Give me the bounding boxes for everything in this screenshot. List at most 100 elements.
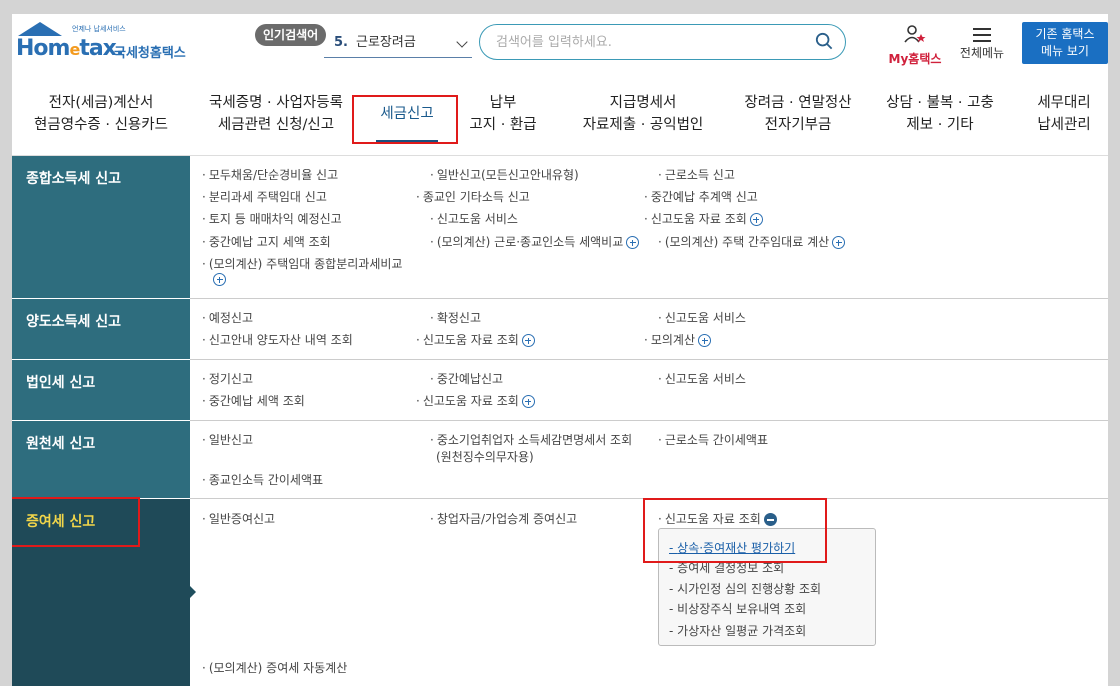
link-transfer-assets[interactable]: 신고안내 양도자산 내역 조회 bbox=[202, 331, 353, 348]
sidebar-item-corporate-tax[interactable]: 법인세 신고 bbox=[12, 360, 190, 420]
link-sme-exemption-sub[interactable]: (원천징수의무자용) bbox=[436, 448, 534, 465]
link-final[interactable]: 확정신고 bbox=[430, 309, 481, 326]
link-transfer-sim[interactable]: 모의계산 bbox=[644, 331, 711, 348]
submenu-label: 가상자산 일평균 가격조회 bbox=[677, 624, 807, 638]
link-filing-help[interactable]: 신고도움 서비스 bbox=[430, 210, 518, 227]
search-input[interactable] bbox=[496, 31, 796, 53]
user-star-icon bbox=[904, 25, 926, 43]
link-interim-filing[interactable]: 중간예납신고 bbox=[430, 370, 503, 387]
sidebar-item-withholding-tax[interactable]: 원천세 신고 bbox=[12, 421, 190, 498]
popular-keyword-select[interactable]: 5. 근로장려금 bbox=[324, 30, 472, 58]
gnb-label: 전자기부금 bbox=[764, 117, 832, 133]
submenu-sidebar: 종합소득세 신고 양도소득세 신고 법인세 신고 원천세 신고 증여세 신고 bbox=[12, 156, 190, 686]
all-menu-button[interactable]: 전체메뉴 bbox=[954, 24, 1010, 61]
popular-keyword-term: 근로장려금 bbox=[355, 35, 416, 50]
chevron-down-icon bbox=[456, 36, 468, 48]
gnb-incentive[interactable]: 장려금 · 연말정산전자기부금 bbox=[728, 92, 868, 136]
submenu-label: 시가인정 심의 진행상황 조회 bbox=[677, 582, 822, 596]
gnb-label: 국세증명 · 사업자등록 bbox=[209, 95, 343, 111]
link-sim-religious[interactable]: (모의계산) 근로·종교인소득 세액비교 bbox=[430, 233, 640, 250]
link-text: 신고도움 자료 조회 bbox=[650, 212, 747, 226]
link-regular[interactable]: 정기신고 bbox=[202, 370, 253, 387]
logo-korean-text: 국세청홈택스 bbox=[114, 46, 186, 61]
highlight-box-tab bbox=[352, 95, 458, 144]
link-text: (모의계산) 근로·종교인소득 세액비교 bbox=[436, 235, 624, 249]
gnb-label: 지급명세서 bbox=[609, 95, 677, 111]
plus-circle-icon[interactable] bbox=[698, 334, 711, 347]
all-menu-label: 전체메뉴 bbox=[959, 46, 1005, 60]
link-corp-help-data[interactable]: 신고도움 자료 조회 bbox=[416, 392, 535, 409]
link-sme-exemption[interactable]: 중소기업취업자 소득세감면명세서 조회 bbox=[430, 431, 632, 448]
plus-circle-icon[interactable] bbox=[213, 273, 226, 286]
link-religious-income[interactable]: 종교인 기타소득 신고 bbox=[416, 188, 530, 205]
link-sim-rental[interactable]: (모의계산) 주택임대 종합분리과세비교 bbox=[202, 255, 403, 272]
gnb-label: 자료제출 · 공익법인 bbox=[582, 117, 704, 133]
gnb-payment-statement[interactable]: 지급명세서자료제출 · 공익법인 bbox=[568, 92, 718, 136]
plus-circle-icon[interactable] bbox=[832, 236, 846, 249]
link-general-gift[interactable]: 일반증여신고 bbox=[202, 510, 275, 527]
search-icon[interactable] bbox=[815, 32, 833, 50]
link-transfer-help-data[interactable]: 신고도움 자료 조회 bbox=[416, 331, 535, 348]
gnb-label: 세금관련 신청/신고 bbox=[217, 117, 335, 133]
popular-keyword-rank: 5. bbox=[334, 35, 348, 50]
gnb-tax-invoice[interactable]: 전자(세금)계산서 현금영수증 · 신용카드 bbox=[26, 92, 176, 136]
submenu-item-crypto[interactable]: - 가상자산 일평균 가격조회 bbox=[669, 622, 806, 639]
plus-circle-icon[interactable] bbox=[521, 334, 535, 347]
gnb-label: 납세관리 bbox=[1037, 117, 1091, 133]
link-sim-deemed-rent[interactable]: (모의계산) 주택 간주임대료 계산 bbox=[658, 233, 846, 250]
page: 언제나 납세서비스 Hometax. 국세청홈택스 인기검색어 5. 근로장려금 … bbox=[12, 14, 1108, 686]
link-religious-tax-table[interactable]: 종교인소득 간이세액표 bbox=[202, 471, 323, 488]
gnb-certificate[interactable]: 국세증명 · 사업자등록세금관련 신청/신고 bbox=[196, 92, 356, 136]
submenu-item-review[interactable]: - 시가인정 심의 진행상황 조회 bbox=[669, 580, 821, 597]
gnb-payment[interactable]: 납부고지 · 환급 bbox=[458, 92, 548, 136]
link-preliminary[interactable]: 예정신고 bbox=[202, 309, 253, 326]
link-interim-notice[interactable]: 중간예납 고지 세액 조회 bbox=[202, 233, 331, 250]
plus-circle-icon[interactable] bbox=[626, 236, 640, 249]
old-hometax-menu-button[interactable]: 기존 홈택스 메뉴 보기 bbox=[1022, 22, 1108, 64]
link-help-data[interactable]: 신고도움 자료 조회 bbox=[644, 210, 763, 227]
sidebar-label: 법인세 신고 bbox=[26, 375, 96, 391]
sidebar-item-transfer-tax[interactable]: 양도소득세 신고 bbox=[12, 299, 190, 359]
gnb-label: 장려금 · 연말정산 bbox=[744, 95, 852, 111]
gnb-tax-agent[interactable]: 세무대리납세관리 bbox=[1024, 92, 1104, 136]
link-simple-filing[interactable]: 모두채움/단순경비율 신고 bbox=[202, 166, 338, 183]
link-text: 신고도움 자료 조회 bbox=[422, 333, 519, 347]
link-startup-gift[interactable]: 창업자금/가업승계 증여신고 bbox=[430, 510, 577, 527]
divider bbox=[190, 420, 1108, 421]
sidebar-label: 종합소득세 신고 bbox=[26, 171, 122, 187]
my-hometax-label: My홈택스 bbox=[888, 52, 942, 66]
divider bbox=[190, 298, 1108, 299]
submenu-item-stock[interactable]: - 비상장주식 보유내역 조회 bbox=[669, 600, 806, 617]
link-simple-tax-table[interactable]: 근로소득 간이세액표 bbox=[658, 431, 768, 448]
search-box bbox=[479, 24, 846, 60]
plus-circle-icon[interactable] bbox=[521, 395, 535, 408]
gnb-label: 상담 · 불복 · 고충 bbox=[886, 95, 994, 111]
gnb-label: 고지 · 환급 bbox=[469, 117, 537, 133]
gnb-label: 세무대리 bbox=[1037, 95, 1091, 111]
link-text: 모의계산 bbox=[650, 333, 695, 347]
link-earned-income[interactable]: 근로소득 신고 bbox=[658, 166, 735, 183]
hometax-logo[interactable]: 언제나 납세서비스 Hometax. 국세청홈택스 bbox=[16, 20, 206, 70]
link-gift-sim[interactable]: (모의계산) 증여세 자동계산 bbox=[202, 659, 347, 676]
highlight-box-valuation bbox=[643, 498, 827, 563]
link-land-sale[interactable]: 토지 등 매매차익 예정신고 bbox=[202, 210, 342, 227]
gnb-consult[interactable]: 상담 · 불복 · 고충 제보 · 기타 bbox=[878, 92, 1002, 136]
hamburger-icon bbox=[973, 28, 991, 42]
header: 언제나 납세서비스 Hometax. 국세청홈택스 인기검색어 5. 근로장려금 … bbox=[12, 14, 1108, 76]
link-interim-estimate[interactable]: 중간예납 추계액 신고 bbox=[644, 188, 758, 205]
my-hometax-button[interactable]: My홈택스 bbox=[884, 24, 946, 67]
gnb-label: 납부 bbox=[489, 95, 517, 111]
sidebar-label: 양도소득세 신고 bbox=[26, 314, 122, 330]
submenu-label: 비상장주식 보유내역 조회 bbox=[677, 602, 807, 616]
link-withholding-general[interactable]: 일반신고 bbox=[202, 431, 253, 448]
link-transfer-help[interactable]: 신고도움 서비스 bbox=[658, 309, 746, 326]
link-corp-help[interactable]: 신고도움 서비스 bbox=[658, 370, 746, 387]
divider bbox=[190, 359, 1108, 360]
logo-main-text: Hometax. bbox=[16, 36, 124, 61]
plus-circle-icon[interactable] bbox=[749, 213, 763, 226]
link-text: (모의계산) 주택 간주임대료 계산 bbox=[664, 235, 830, 249]
link-interim-tax[interactable]: 중간예납 세액 조회 bbox=[202, 392, 305, 409]
link-rental-filing[interactable]: 분리과세 주택임대 신고 bbox=[202, 188, 327, 205]
sidebar-item-income-tax[interactable]: 종합소득세 신고 bbox=[12, 156, 190, 298]
link-general-filing[interactable]: 일반신고(모든신고안내유형) bbox=[430, 166, 579, 183]
